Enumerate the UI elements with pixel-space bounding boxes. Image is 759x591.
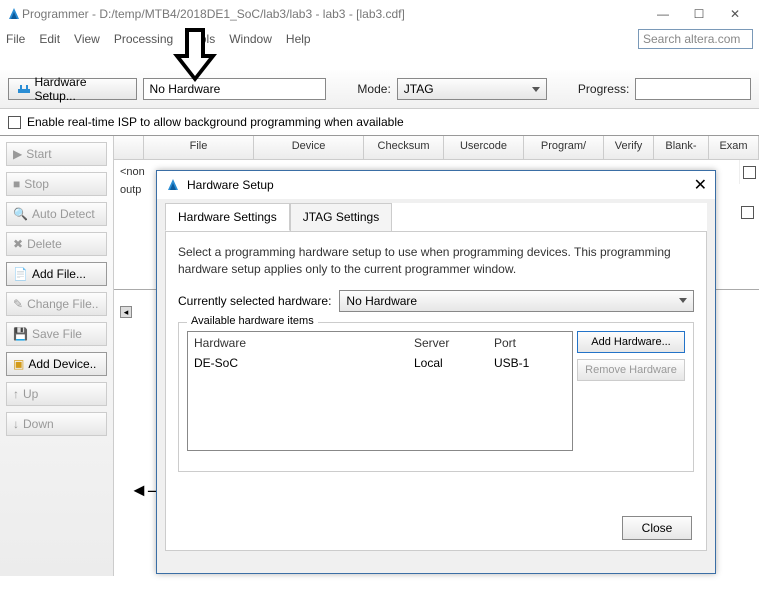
scroll-left-button[interactable]: ◂: [120, 306, 132, 318]
stop-button[interactable]: ■Stop: [6, 172, 107, 196]
delete-button[interactable]: ✖Delete: [6, 232, 107, 256]
mode-label: Mode:: [357, 82, 390, 96]
dialog-close-button[interactable]: Close: [622, 516, 692, 540]
dialog-title-bar: Hardware Setup ✕: [157, 171, 715, 199]
change-file-button[interactable]: ✎Change File..: [6, 292, 107, 316]
hardware-setup-label: Hardware Setup...: [34, 75, 127, 103]
search-input[interactable]: Search altera.com: [638, 29, 753, 49]
remove-hardware-button[interactable]: Remove Hardware: [577, 359, 685, 381]
hw-row-hardware: DE-SoC: [194, 356, 414, 370]
available-hw-title: Available hardware items: [187, 315, 318, 327]
dialog-logo-icon: [165, 177, 181, 193]
up-button[interactable]: ↑Up: [6, 382, 107, 406]
add-file-button[interactable]: 📄Add File...: [6, 262, 107, 286]
tab-jtag-settings[interactable]: JTAG Settings: [290, 203, 392, 231]
progress-label: Progress:: [578, 82, 629, 96]
tab-hardware-settings[interactable]: Hardware Settings: [165, 203, 290, 231]
chevron-down-icon: [532, 87, 540, 92]
hardware-display: No Hardware: [143, 78, 327, 100]
hardware-toolbar: Hardware Setup... No Hardware Mode: JTAG…: [0, 70, 759, 109]
col-blank[interactable]: Blank-: [654, 136, 709, 159]
auto-detect-button[interactable]: 🔍Auto Detect: [6, 202, 107, 226]
hw-col-port: Port: [494, 336, 564, 350]
row-check-1[interactable]: [743, 166, 756, 179]
menu-tools[interactable]: Tools: [187, 32, 215, 46]
col-usercode[interactable]: Usercode: [444, 136, 524, 159]
hw-col-server: Server: [414, 336, 494, 350]
hw-row-port: USB-1: [494, 356, 564, 370]
col-exam[interactable]: Exam: [709, 136, 759, 159]
mode-dropdown[interactable]: JTAG: [397, 78, 547, 100]
add-hardware-button[interactable]: Add Hardware...: [577, 331, 685, 353]
chevron-down-icon: [679, 298, 687, 303]
isp-checkbox[interactable]: [8, 116, 21, 129]
hw-col-hardware: Hardware: [194, 336, 414, 350]
window-title: Programmer - D:/temp/MTB4/2018DE1_SoC/la…: [22, 7, 405, 21]
col-verify[interactable]: Verify: [604, 136, 654, 159]
col-device[interactable]: Device: [254, 136, 364, 159]
selected-hw-value: No Hardware: [346, 294, 417, 308]
col-program[interactable]: Program/: [524, 136, 604, 159]
row-check-2[interactable]: [741, 206, 754, 219]
available-hw-list[interactable]: Hardware Server Port DE-SoC Local USB-1: [187, 331, 573, 451]
app-logo-icon: [6, 6, 22, 22]
action-sidebar: ▶Start ■Stop 🔍Auto Detect ✖Delete 📄Add F…: [0, 136, 114, 576]
device-table-header: File Device Checksum Usercode Program/ V…: [114, 136, 759, 160]
progress-bar: [635, 78, 751, 100]
title-bar: Programmer - D:/temp/MTB4/2018DE1_SoC/la…: [0, 0, 759, 28]
dialog-title: Hardware Setup: [187, 178, 274, 192]
menu-view[interactable]: View: [74, 32, 100, 46]
menu-bar: File Edit View Processing Tools Window H…: [0, 28, 759, 50]
hardware-setup-button[interactable]: Hardware Setup...: [8, 78, 137, 100]
selected-hw-dropdown[interactable]: No Hardware: [339, 290, 694, 312]
col-file[interactable]: File: [144, 136, 254, 159]
hw-list-header: Hardware Server Port: [188, 332, 572, 354]
add-device-button[interactable]: ▣Add Device..: [6, 352, 107, 376]
hw-list-row[interactable]: DE-SoC Local USB-1: [188, 354, 572, 372]
dialog-tab-strip: Hardware Settings JTAG Settings: [165, 203, 707, 231]
save-file-button[interactable]: 💾Save File: [6, 322, 107, 346]
dialog-description: Select a programming hardware setup to u…: [178, 244, 694, 278]
maximize-button[interactable]: ☐: [681, 2, 717, 26]
dialog-tab-body: Select a programming hardware setup to u…: [165, 231, 707, 551]
hardware-setup-dialog: Hardware Setup ✕ Hardware Settings JTAG …: [156, 170, 716, 574]
dialog-close-x[interactable]: ✕: [694, 175, 707, 195]
hw-row-server: Local: [414, 356, 494, 370]
available-hw-group: Available hardware items Hardware Server…: [178, 322, 694, 472]
menu-help[interactable]: Help: [286, 32, 311, 46]
close-window-button[interactable]: ✕: [717, 2, 753, 26]
mode-value: JTAG: [404, 82, 434, 96]
down-button[interactable]: ↓Down: [6, 412, 107, 436]
selected-hw-label: Currently selected hardware:: [178, 294, 331, 308]
isp-label: Enable real-time ISP to allow background…: [27, 115, 404, 129]
isp-checkbox-row: Enable real-time ISP to allow background…: [0, 109, 759, 136]
hardware-setup-icon: [17, 83, 30, 95]
minimize-button[interactable]: —: [645, 2, 681, 26]
col-checksum[interactable]: Checksum: [364, 136, 444, 159]
menu-window[interactable]: Window: [229, 32, 272, 46]
menu-edit[interactable]: Edit: [39, 32, 60, 46]
menu-processing[interactable]: Processing: [114, 32, 173, 46]
menu-file[interactable]: File: [6, 32, 25, 46]
start-button[interactable]: ▶Start: [6, 142, 107, 166]
